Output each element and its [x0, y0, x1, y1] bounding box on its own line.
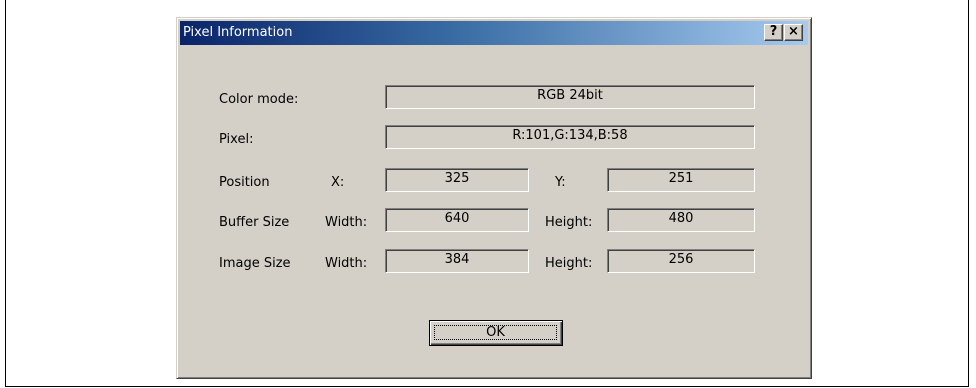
position-x-label: X: [331, 175, 345, 190]
ok-button[interactable]: OK [429, 320, 563, 346]
position-label: Position [219, 175, 270, 190]
image-height-label: Height: [545, 256, 593, 271]
color-mode-label: Color mode: [219, 92, 299, 107]
buffer-width-field: 640 [385, 208, 529, 232]
image-size-label: Image Size [219, 256, 291, 271]
dialog-title: Pixel Information [183, 25, 293, 40]
ok-button-label: OK [434, 325, 557, 340]
position-y-label: Y: [555, 175, 566, 190]
image-width-field: 384 [385, 249, 529, 273]
image-width-label: Width: [325, 256, 368, 271]
buffer-height-field: 480 [607, 208, 755, 232]
color-mode-field: RGB 24bit [385, 85, 755, 109]
pixel-information-dialog: Pixel Information ? × Color mode: RGB 24… [176, 17, 812, 379]
image-height-field: 256 [607, 249, 755, 273]
buffer-width-label: Width: [325, 215, 368, 230]
close-button[interactable]: × [784, 24, 803, 41]
pixel-field: R:101,G:134,B:58 [385, 125, 755, 149]
pixel-label: Pixel: [219, 132, 254, 147]
position-y-field: 251 [607, 168, 755, 192]
buffer-size-label: Buffer Size [219, 215, 290, 230]
position-x-field: 325 [385, 168, 529, 192]
buffer-height-label: Height: [545, 215, 593, 230]
title-bar[interactable]: Pixel Information ? × [180, 21, 808, 45]
help-button[interactable]: ? [764, 24, 783, 41]
